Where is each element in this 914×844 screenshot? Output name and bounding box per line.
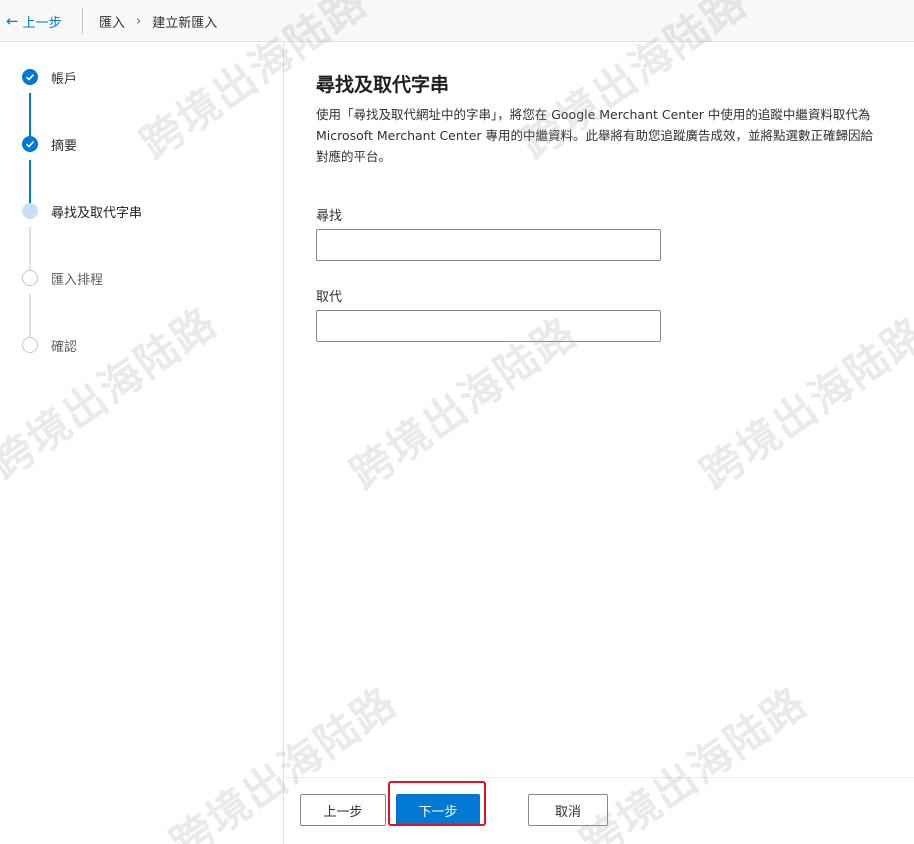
step-label: 帳戶 <box>51 71 78 87</box>
step-label: 摘要 <box>51 138 78 154</box>
step-label: 尋找及取代字串 <box>51 205 143 221</box>
cancel-button[interactable]: 取消 <box>528 794 608 826</box>
next-button[interactable]: 下一步 <box>396 794 480 826</box>
panel-divider <box>283 42 284 844</box>
top-bar: ← 上一步 匯入 › 建立新匯入 <box>0 0 914 42</box>
checkmark-icon <box>22 136 38 152</box>
current-step-indicator <box>22 203 38 219</box>
pending-step-indicator <box>22 337 38 353</box>
page-description: 使用「尋找及取代網址中的字串」，將您在 Google Merchant Cent… <box>316 107 873 164</box>
import-wizard: ← 上一步 匯入 › 建立新匯入 帳戶 摘要 尋找及取代字串 匯入排程 確認 尋… <box>0 0 914 844</box>
breadcrumb-import[interactable]: 匯入 <box>99 12 125 31</box>
find-input[interactable] <box>316 229 661 261</box>
step-label: 匯入排程 <box>51 272 104 288</box>
previous-button[interactable]: 上一步 <box>300 794 386 826</box>
step-confirm: 確認 <box>22 336 78 355</box>
checkmark-icon <box>22 69 38 85</box>
watermark: 跨境出海陆路 <box>691 307 914 499</box>
topbar-divider <box>82 8 83 34</box>
step-find-replace: 尋找及取代字串 <box>22 202 143 221</box>
breadcrumb: 匯入 › 建立新匯入 <box>99 11 217 31</box>
chevron-right-icon: › <box>136 13 142 29</box>
replace-input[interactable] <box>316 310 661 342</box>
page-title: 尋找及取代字串 <box>316 74 450 96</box>
step-summary[interactable]: 摘要 <box>22 135 78 154</box>
step-label: 確認 <box>51 339 78 355</box>
find-label: 尋找 <box>316 209 343 224</box>
wizard-steps: 帳戶 摘要 尋找及取代字串 匯入排程 確認 <box>0 42 283 844</box>
arrow-left-icon: ← <box>6 11 19 30</box>
back-link[interactable]: ← 上一步 <box>6 11 62 31</box>
replace-label: 取代 <box>316 290 343 305</box>
back-link-label: 上一步 <box>22 15 62 31</box>
pending-step-indicator <box>22 270 38 286</box>
step-account[interactable]: 帳戶 <box>22 68 78 87</box>
footer-divider <box>284 777 914 778</box>
breadcrumb-current: 建立新匯入 <box>152 15 218 31</box>
step-import-schedule: 匯入排程 <box>22 269 104 288</box>
